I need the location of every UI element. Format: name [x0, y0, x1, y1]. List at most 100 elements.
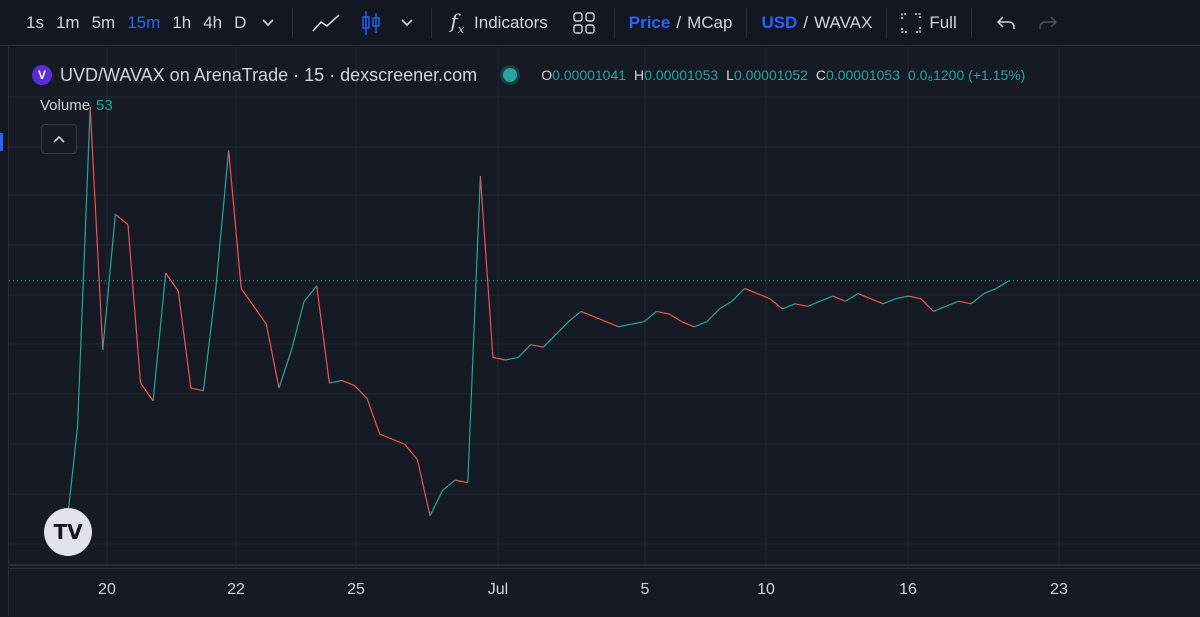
interval-d[interactable]: D: [228, 0, 252, 46]
price-segment: [681, 321, 695, 328]
interval-1s[interactable]: 1s: [20, 0, 50, 46]
price-segment: [492, 356, 506, 361]
price-segment: [455, 479, 468, 484]
price-segment: [757, 292, 771, 300]
price-segment: [366, 398, 381, 435]
low-label: L: [726, 67, 734, 83]
price-segment: [202, 285, 217, 391]
time-axis[interactable]: 20 22 25 Jul 5 10 16 23: [9, 568, 1200, 617]
volume-value: 53: [96, 97, 113, 114]
chart-pane[interactable]: [9, 47, 1200, 616]
ohlc-values: O 0.00001041 H 0.00001053 L 0.00001052 C 0.0…: [541, 67, 1025, 83]
price-mcap-toggle[interactable]: Price / MCap: [623, 0, 739, 46]
high-value: 0.00001053: [644, 67, 719, 83]
time-axis-label: 25: [347, 581, 365, 598]
top-toolbar: 1s 1m 5m 15m 1h 4h D fx Indicators Price…: [0, 0, 1200, 46]
interval-4h[interactable]: 4h: [197, 0, 228, 46]
price-segment: [152, 273, 167, 401]
slash: /: [676, 12, 682, 32]
time-axis-label: 16: [899, 581, 917, 598]
currency-toggle[interactable]: USD / WAVAX: [755, 0, 878, 46]
time-axis-label: 23: [1050, 581, 1068, 598]
open-value: 0.00001041: [552, 67, 627, 83]
price-segment: [404, 443, 418, 461]
price-segment: [190, 387, 204, 392]
time-axis-label: 10: [757, 581, 775, 598]
divider: [746, 7, 748, 38]
line-chart-icon[interactable]: [301, 0, 351, 46]
price-segment: [580, 310, 594, 318]
time-axis-label: 5: [640, 581, 650, 598]
price-segment: [379, 433, 393, 440]
interval-1h[interactable]: 1h: [166, 0, 197, 46]
price-segment: [895, 295, 909, 300]
interval-5m[interactable]: 5m: [86, 0, 122, 46]
price-segment: [744, 287, 758, 295]
price-segment: [958, 300, 972, 305]
chevron-down-icon[interactable]: [391, 0, 423, 46]
price-segment: [618, 323, 632, 328]
price-segment: [782, 303, 796, 310]
indicators-button[interactable]: Indicators: [468, 0, 554, 46]
price-segment: [140, 382, 154, 402]
undo-icon[interactable]: [980, 0, 1032, 46]
price-segment: [593, 315, 607, 323]
low-value: 0.00001052: [733, 67, 808, 83]
price-option[interactable]: Price: [629, 13, 671, 33]
open-label: O: [541, 67, 553, 83]
interval-15m[interactable]: 15m: [121, 0, 166, 46]
divider: [970, 7, 972, 38]
symbol-legend: V UVD/WAVAX on ArenaTrade · 15 · dexscre…: [32, 60, 1025, 90]
price-segment: [794, 303, 808, 307]
collapse-legend-button[interactable]: [41, 124, 77, 154]
price-segment: [165, 272, 179, 292]
redo-icon[interactable]: [1032, 0, 1064, 46]
price-segment: [341, 379, 355, 387]
layout-grid-icon[interactable]: [562, 0, 606, 46]
slash: /: [803, 12, 809, 32]
price-segment: [505, 356, 519, 361]
chevron-down-icon[interactable]: [252, 0, 284, 46]
full-button[interactable]: Full: [895, 0, 962, 46]
price-segment: [303, 285, 318, 302]
tradingview-logo-icon[interactable]: TV: [44, 508, 92, 556]
price-segment: [290, 301, 305, 350]
volume-label: Volume: [40, 97, 91, 114]
price-segment: [832, 295, 846, 302]
price-segment: [442, 479, 456, 491]
price-segment: [706, 308, 720, 323]
price-segment: [215, 150, 230, 286]
divider: [292, 7, 294, 38]
change-value: 0.0₆1200 (+1.15%): [908, 67, 1026, 83]
price-segment: [933, 305, 947, 313]
usd-option[interactable]: USD: [761, 13, 797, 33]
price-segment: [329, 379, 343, 384]
price-segment: [240, 288, 255, 307]
price-segment: [228, 150, 242, 289]
interval-1m[interactable]: 1m: [50, 0, 86, 46]
price-segment: [102, 214, 116, 350]
price-segment: [920, 298, 934, 312]
high-label: H: [634, 67, 645, 83]
price-segment: [643, 310, 657, 323]
price-segment: [631, 321, 645, 325]
price-segment: [568, 310, 582, 323]
price-chart[interactable]: [9, 47, 1200, 568]
price-segment: [996, 280, 1010, 289]
time-axis-label: 22: [227, 581, 245, 598]
wavax-option[interactable]: WAVAX: [814, 13, 872, 33]
candles-icon[interactable]: [351, 0, 391, 46]
symbol-title: UVD/WAVAX on ArenaTrade · 15 · dexscreen…: [60, 64, 478, 85]
market-status-icon: [503, 68, 518, 82]
mcap-option[interactable]: MCap: [687, 13, 732, 33]
price-segment: [542, 334, 557, 348]
price-segment: [719, 300, 733, 310]
price-segment: [517, 344, 532, 358]
price-segment: [76, 106, 91, 427]
price-segment: [530, 344, 544, 348]
price-segment: [555, 321, 569, 335]
fx-icon[interactable]: fx: [440, 0, 468, 46]
fullscreen-icon: [901, 12, 922, 33]
price-segment: [819, 295, 834, 302]
price-segment: [467, 175, 481, 483]
